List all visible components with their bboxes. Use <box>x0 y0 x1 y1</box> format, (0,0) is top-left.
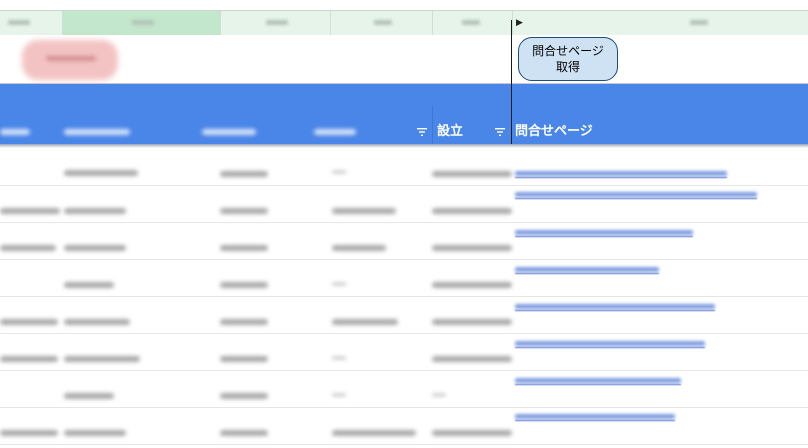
table-row[interactable] <box>0 185 808 223</box>
link-underline <box>515 347 705 348</box>
table-cell <box>432 171 512 177</box>
table-cell <box>220 319 268 325</box>
table-row[interactable] <box>0 148 808 186</box>
table-cell <box>220 208 268 214</box>
table-row[interactable] <box>0 333 808 371</box>
header-cell <box>202 129 256 135</box>
table-cell <box>432 319 512 325</box>
button-row <box>0 35 808 84</box>
table-cell <box>64 282 114 288</box>
column-divider[interactable] <box>62 11 63 35</box>
table-cell <box>64 356 140 362</box>
contact-page-link[interactable] <box>515 304 715 309</box>
column-letter <box>462 20 480 25</box>
table-cell <box>220 356 268 362</box>
table-cell <box>220 430 268 436</box>
table-cell <box>64 393 114 399</box>
table-cell <box>332 171 346 173</box>
table-row[interactable] <box>0 259 808 297</box>
header-cell <box>0 129 30 135</box>
table-cell <box>64 430 126 436</box>
filter-icon[interactable] <box>494 126 506 138</box>
table-cell <box>432 430 512 436</box>
contact-page-link[interactable] <box>515 230 693 235</box>
table-cell <box>432 282 512 288</box>
table-cell <box>332 245 386 251</box>
frozen-column-divider[interactable] <box>511 20 512 144</box>
table-cell <box>0 430 58 436</box>
table-cell <box>64 170 138 176</box>
header-established: 設立 <box>437 124 464 139</box>
contact-page-link[interactable] <box>515 378 681 383</box>
table-cell <box>0 356 58 362</box>
link-underline <box>515 420 675 421</box>
column-header-bar: ▶ <box>0 10 808 36</box>
column-divider[interactable] <box>220 11 221 35</box>
table-cell <box>64 245 126 251</box>
red-action-button-label <box>46 56 96 61</box>
link-underline <box>515 177 727 178</box>
table-cell <box>332 394 346 396</box>
table-cell <box>432 394 446 396</box>
contact-page-link[interactable] <box>515 171 727 176</box>
contact-page-link[interactable] <box>515 267 659 272</box>
table-header-row: 設立 問合せページ <box>0 84 808 144</box>
link-underline <box>515 384 681 385</box>
filter-icon[interactable] <box>416 126 428 138</box>
column-letter <box>8 20 30 25</box>
contact-page-link[interactable] <box>515 192 757 197</box>
table-cell <box>432 245 512 251</box>
table-cell <box>220 282 268 288</box>
table-cell <box>220 171 268 177</box>
table-cell <box>332 357 346 359</box>
link-underline <box>515 273 659 274</box>
column-letter <box>374 20 392 25</box>
link-underline <box>515 310 715 311</box>
table-cell <box>332 430 416 436</box>
table-cell <box>0 245 56 251</box>
column-letter <box>132 20 154 25</box>
table-cell <box>332 319 398 325</box>
table-cell <box>0 319 58 325</box>
table-cell <box>432 356 512 362</box>
table-row[interactable] <box>0 222 808 260</box>
table-row[interactable] <box>0 370 808 408</box>
table-cell <box>220 245 268 251</box>
link-underline <box>515 198 757 199</box>
table-cell <box>64 208 126 214</box>
header-cell <box>64 129 130 135</box>
contact-page-link[interactable] <box>515 341 705 346</box>
column-letter <box>266 20 288 25</box>
fetch-contact-page-button[interactable]: 問合せページ 取得 <box>518 37 618 81</box>
table-cell <box>332 208 396 214</box>
table-cell <box>332 283 346 285</box>
expand-arrow-icon[interactable]: ▶ <box>516 17 523 29</box>
header-contact-page: 問合せページ <box>515 124 593 139</box>
header-cell <box>314 129 356 135</box>
fetch-contact-page-button-label: 問合せページ 取得 <box>532 44 604 74</box>
table-cell <box>64 319 130 325</box>
table-cell <box>220 393 268 399</box>
table-cell <box>432 208 512 214</box>
column-divider[interactable] <box>432 11 433 35</box>
table-cell <box>0 208 60 214</box>
column-divider[interactable] <box>512 11 513 35</box>
contact-page-link[interactable] <box>515 414 675 419</box>
link-underline <box>515 236 693 237</box>
table-row[interactable] <box>0 296 808 334</box>
header-divider <box>432 106 433 144</box>
column-letter <box>690 20 708 25</box>
table-row[interactable] <box>0 407 808 445</box>
column-divider[interactable] <box>330 11 331 35</box>
